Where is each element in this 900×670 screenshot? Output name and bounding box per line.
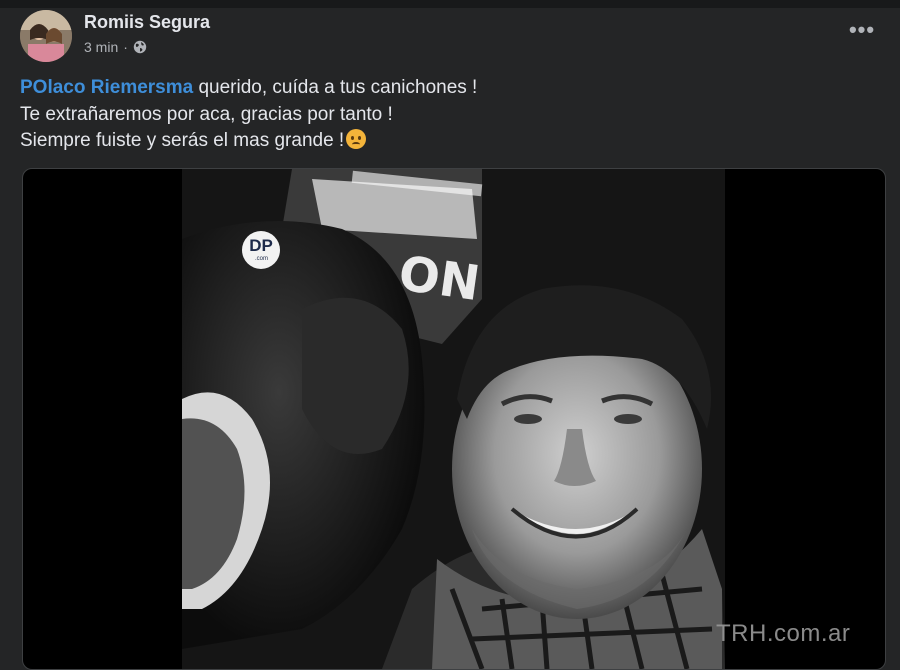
- dp-logo-sub: .com: [255, 256, 269, 262]
- post-line-3: Siempre fuiste y serás el mas grande !: [20, 128, 880, 155]
- globe-icon[interactable]: [133, 40, 147, 54]
- watermark-text: TRH.com.ar: [716, 620, 851, 647]
- author-avatar[interactable]: [20, 10, 72, 62]
- mention-link[interactable]: POlaco Riemersma: [20, 77, 193, 98]
- meta-separator: ·: [123, 39, 128, 55]
- dp-logo: DP .com: [242, 231, 280, 269]
- post-line-1: POlaco Riemersma querido, cuída a tus ca…: [20, 75, 880, 102]
- post-line-2: Te extrañaremos por aca, gracias por tan…: [20, 103, 393, 125]
- author-name[interactable]: Romiis Segura: [84, 12, 210, 33]
- post-time[interactable]: 3 min: [84, 39, 118, 55]
- post-line-3-text: Siempre fuiste y serás el mas grande !: [20, 130, 345, 151]
- post-line-1-text: querido, cuída a tus canichones !: [193, 77, 478, 98]
- sad-face-emoji: [346, 129, 367, 149]
- post-meta: 3 min ·: [84, 39, 147, 55]
- post-text: POlaco Riemersma querido, cuída a tus ca…: [20, 75, 880, 155]
- top-divider: [0, 0, 900, 8]
- more-options-icon[interactable]: •••: [847, 19, 877, 46]
- post-media[interactable]: ON DP .com: [22, 168, 886, 670]
